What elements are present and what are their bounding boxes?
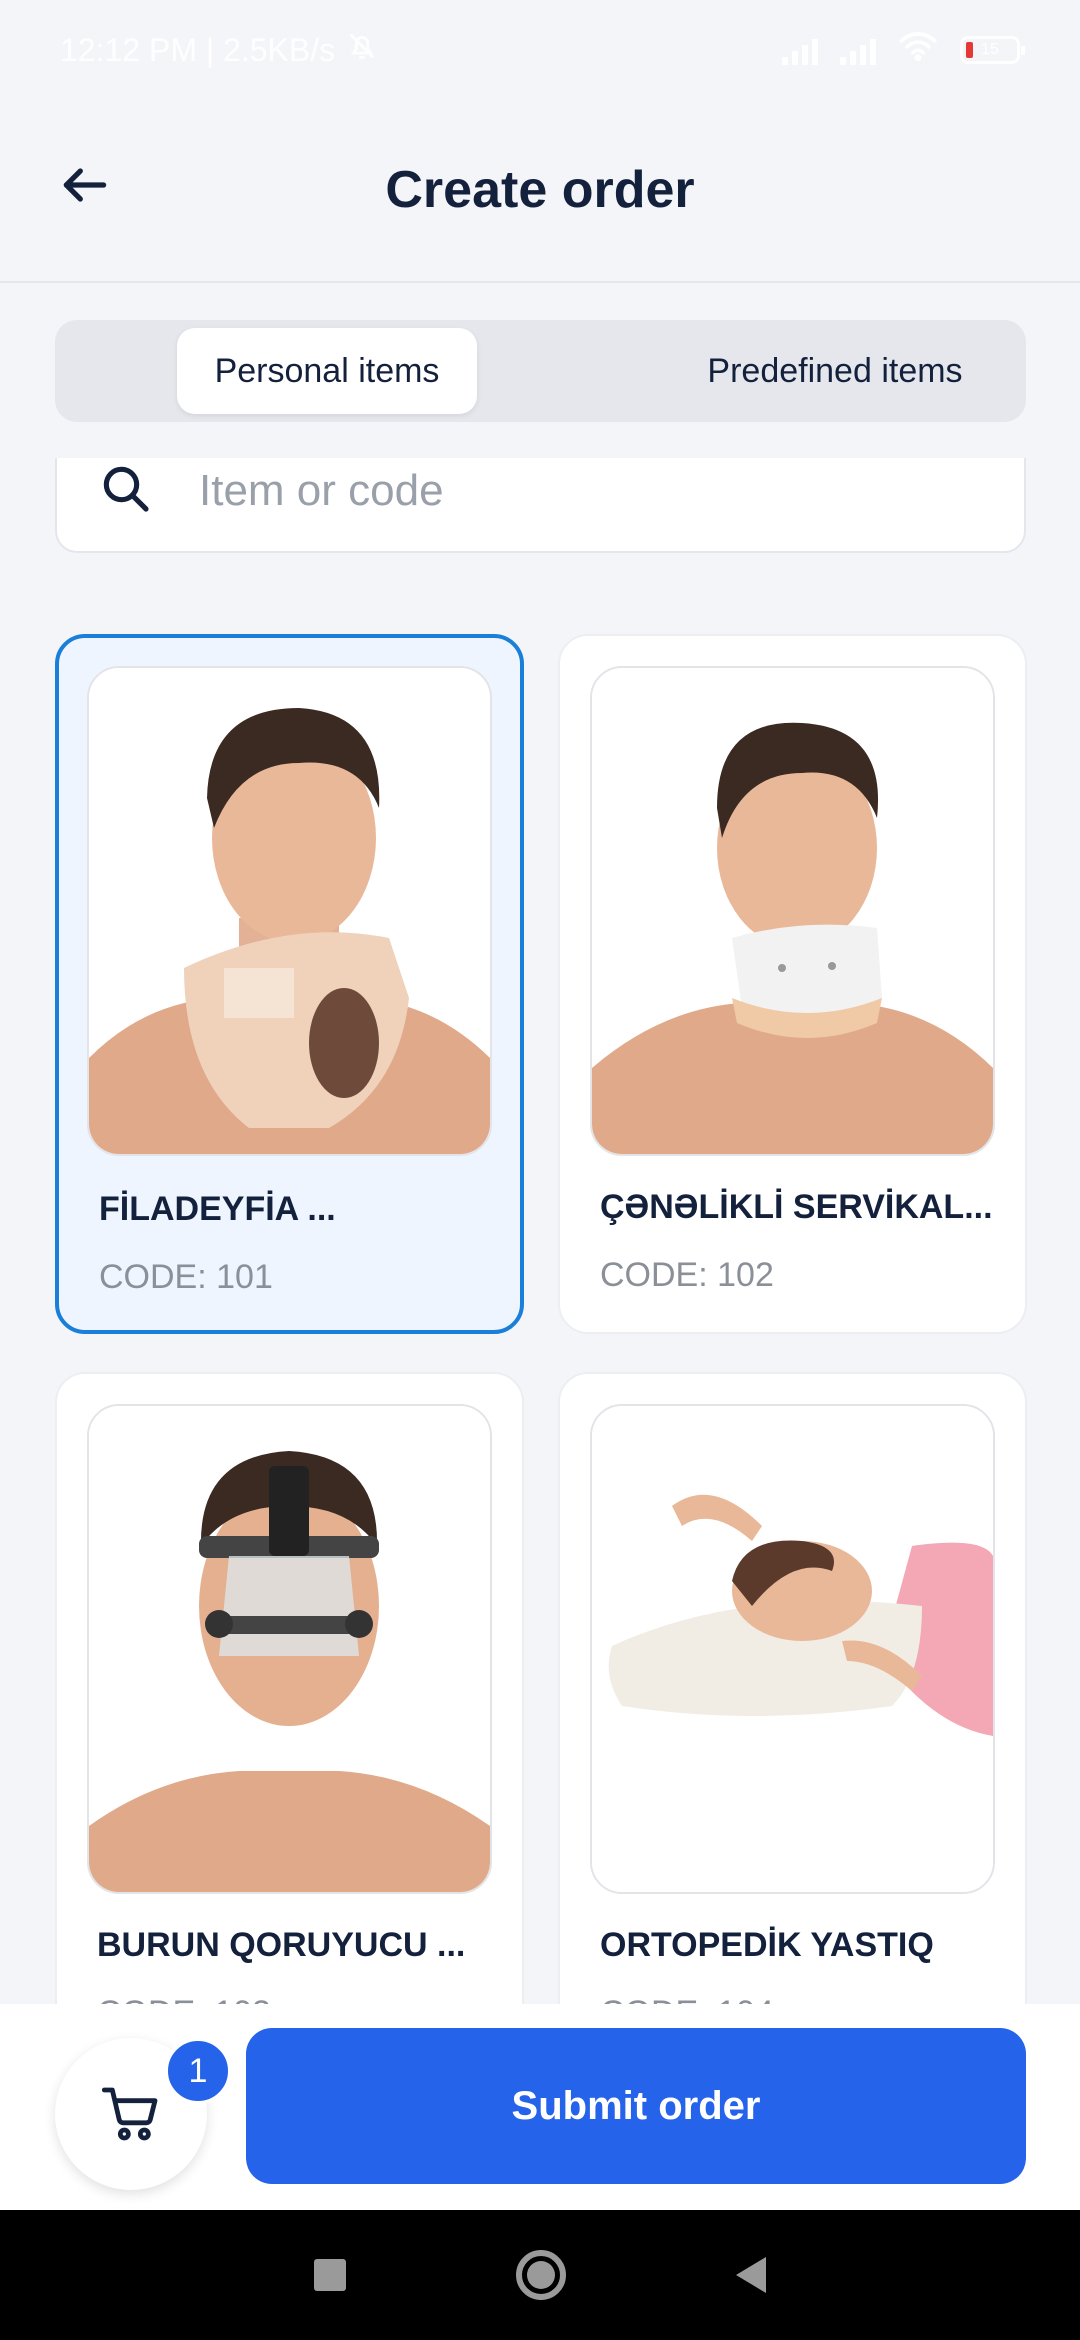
recents-icon[interactable] — [314, 2259, 346, 2291]
search-input[interactable] — [197, 458, 981, 532]
product-name: ORTOPEDİK YASTIQ — [600, 1926, 934, 1964]
page-title: Create order — [385, 161, 695, 219]
product-card[interactable]: ORTOPEDİK YASTIQ CODE: 104 — [558, 1372, 1027, 2004]
signal-icon — [782, 35, 818, 65]
mute-bell-icon — [345, 29, 379, 71]
battery-icon: 15 — [960, 36, 1025, 64]
app-header: Create order — [0, 100, 1080, 283]
status-bar: 12:12 PM | 2.5KB/s 15 — [0, 0, 1080, 100]
system-nav-bar — [0, 2210, 1080, 2340]
back-triangle-icon[interactable] — [736, 2257, 766, 2293]
product-list-scroll[interactable]: FİLADEYFİA ... CODE: 101 ÇƏNƏLİKLİ SERVİ… — [0, 458, 1080, 2004]
product-image — [87, 666, 492, 1156]
signal-2-icon — [840, 35, 876, 65]
product-code: CODE: 101 — [99, 1258, 273, 1296]
wifi-icon — [898, 30, 938, 70]
home-icon[interactable] — [516, 2250, 566, 2300]
product-code: CODE: 102 — [600, 1256, 774, 1294]
search-box — [55, 458, 1026, 553]
product-image — [590, 1404, 995, 1894]
cart-count-badge: 1 — [165, 2038, 231, 2104]
search-icon — [97, 460, 153, 521]
tab-predefined-items[interactable]: Predefined items — [615, 328, 1055, 414]
cart-icon — [101, 2087, 158, 2141]
product-image — [590, 666, 995, 1156]
product-name: FİLADEYFİA ... — [99, 1190, 336, 1228]
product-name: BURUN QORUYUCU ... — [97, 1926, 466, 1964]
product-card[interactable]: BURUN QORUYUCU ... CODE: 103 — [55, 1372, 524, 2004]
cart-button[interactable]: 1 — [55, 2038, 231, 2190]
items-tab-switcher: Personal items Predefined items — [55, 320, 1026, 422]
product-code: CODE: 103 — [97, 1994, 271, 2004]
submit-order-button[interactable]: Submit order — [246, 2028, 1026, 2184]
status-time-network: 12:12 PM | 2.5KB/s — [60, 31, 336, 68]
bottom-action-bar: 1 Submit order — [0, 2004, 1080, 2210]
product-name: ÇƏNƏLİKLİ SERVİKAL... — [600, 1188, 993, 1226]
product-card[interactable]: ÇƏNƏLİKLİ SERVİKAL... CODE: 102 — [558, 634, 1027, 1334]
product-image — [87, 1404, 492, 1894]
battery-level: 15 — [981, 41, 999, 58]
status-left: 12:12 PM | 2.5KB/s — [60, 29, 379, 71]
tab-personal-items[interactable]: Personal items — [177, 328, 477, 414]
product-code: CODE: 104 — [600, 1994, 774, 2004]
product-card[interactable]: FİLADEYFİA ... CODE: 101 — [55, 634, 524, 1334]
status-right: 15 — [782, 30, 1025, 70]
